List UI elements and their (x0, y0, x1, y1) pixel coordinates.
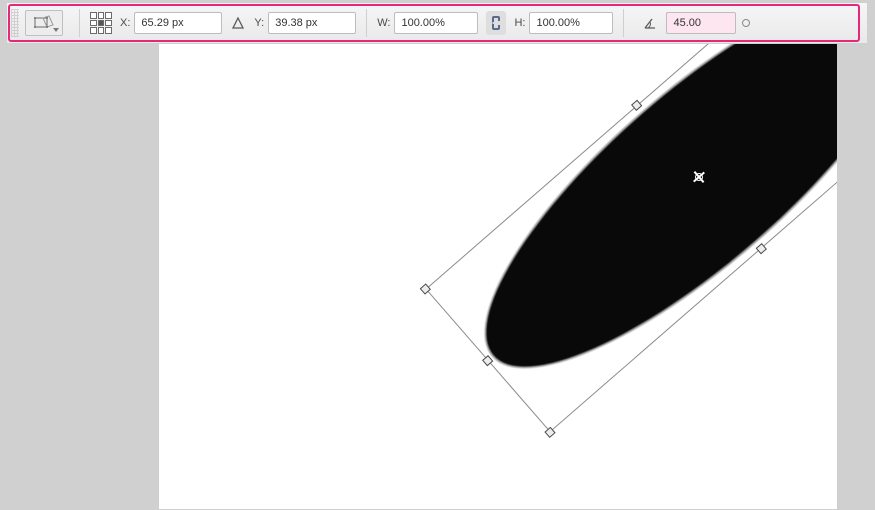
artboard (159, 32, 837, 509)
refpoint-center[interactable] (98, 20, 105, 27)
degree-icon (742, 19, 750, 27)
transform-tool-icon (34, 15, 54, 31)
y-label: Y: (254, 17, 264, 29)
h-label: H: (514, 17, 525, 29)
current-tool-indicator[interactable] (25, 10, 63, 36)
transform-bounding-box (425, 31, 838, 432)
rotate-icon-slot (642, 14, 658, 32)
aspect-ratio-link[interactable] (486, 11, 506, 35)
document-canvas[interactable] (158, 31, 838, 510)
y-input[interactable] (268, 12, 356, 34)
refpoint-bc[interactable] (98, 27, 105, 34)
refpoint-tc[interactable] (98, 12, 105, 19)
app-stage: X: Y: W: H: (0, 0, 875, 510)
rotate-input[interactable] (666, 12, 736, 34)
width-input[interactable] (394, 12, 478, 34)
toolbar-grip[interactable] (11, 9, 19, 37)
transform-group[interactable] (425, 31, 838, 432)
x-input[interactable] (134, 12, 222, 34)
refpoint-bl[interactable] (90, 27, 97, 34)
tool-dropdown-caret-icon (53, 28, 59, 32)
x-label: X: (120, 17, 130, 29)
reference-point-selector[interactable] (90, 12, 112, 34)
refpoint-tr[interactable] (105, 12, 112, 19)
w-label: W: (377, 17, 390, 29)
refpoint-ml[interactable] (90, 20, 97, 27)
separator (79, 9, 80, 37)
separator (623, 9, 624, 37)
relative-position-icon (232, 17, 244, 29)
angle-icon (643, 16, 657, 30)
refpoint-mr[interactable] (105, 20, 112, 27)
transform-options-bar: X: Y: W: H: (6, 2, 868, 44)
height-input[interactable] (529, 12, 613, 34)
separator (366, 9, 367, 37)
relative-position-toggle[interactable] (230, 14, 246, 32)
refpoint-tl[interactable] (90, 12, 97, 19)
link-icon (491, 15, 501, 31)
refpoint-br[interactable] (105, 27, 112, 34)
